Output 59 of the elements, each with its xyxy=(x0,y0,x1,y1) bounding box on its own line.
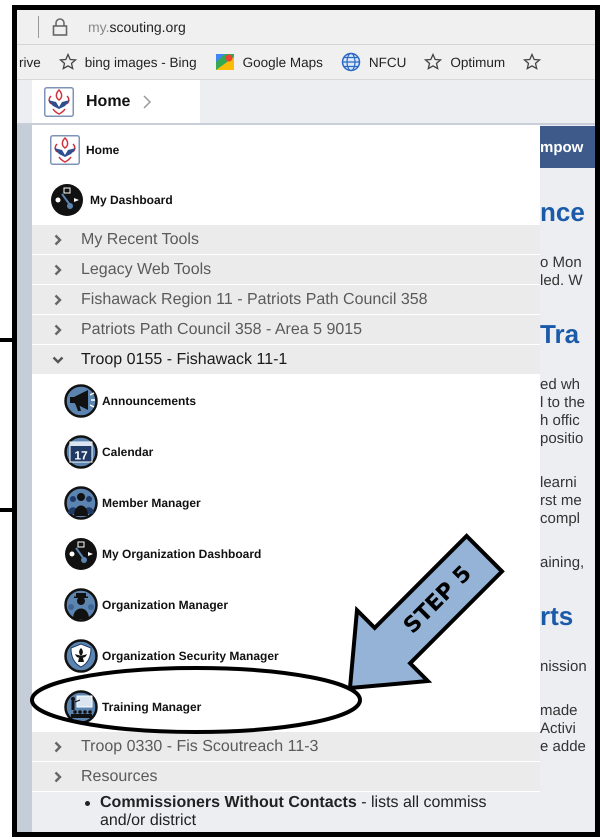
menu-section[interactable]: My Recent Tools xyxy=(32,225,540,255)
chevron-right-icon xyxy=(52,740,64,752)
bookmark-link[interactable]: rive xyxy=(19,54,41,70)
megaphone-icon xyxy=(64,384,98,418)
gauge-icon xyxy=(64,536,98,570)
menu-item[interactable]: Member Manager xyxy=(64,477,201,528)
paragraph-text: aining, xyxy=(540,554,586,572)
menu-section[interactable]: Troop 0330 - Fis Scoutreach 11-3 xyxy=(32,732,540,762)
menu-item[interactable]: Organization Manager xyxy=(64,579,228,630)
menu-section[interactable]: Troop 0155 - Fishawack 11-1 xyxy=(32,345,540,375)
menu-section[interactable]: Legacy Web Tools xyxy=(32,255,540,285)
chevron-right-icon xyxy=(52,770,64,782)
menu-section[interactable]: Resources xyxy=(32,762,540,792)
gauge-icon xyxy=(50,183,84,217)
star-icon[interactable] xyxy=(58,53,77,71)
chevron-right-icon xyxy=(52,264,64,276)
shield-icon xyxy=(64,638,98,672)
bullet-icon xyxy=(85,801,90,806)
paragraph-text: nission xyxy=(540,658,588,676)
menu-item[interactable]: Organization Security Manager xyxy=(64,630,279,681)
fleur-de-lis-icon xyxy=(50,135,80,165)
map-icon[interactable] xyxy=(214,53,235,71)
bookmark-link[interactable]: NFCU xyxy=(368,54,406,70)
presentation-icon xyxy=(64,690,98,724)
menu-section[interactable]: Patriots Path Council 358 - Area 5 9015 xyxy=(32,315,540,345)
banner-text: mpow xyxy=(540,138,584,156)
chevron-right-icon xyxy=(52,234,64,246)
menu-item[interactable]: Home xyxy=(50,125,120,175)
menu-item[interactable]: Announcements xyxy=(64,375,196,426)
paragraph-text: made Activi e adde xyxy=(540,702,587,756)
page-heading: Tra xyxy=(540,318,580,350)
lock-icon xyxy=(52,18,68,36)
bookmark-link[interactable]: bing images - Bing xyxy=(84,54,197,70)
page-heading: nce xyxy=(540,196,586,228)
menu-item[interactable]: 17 Calendar xyxy=(64,426,154,477)
people-icon xyxy=(64,486,98,520)
star-icon[interactable] xyxy=(424,53,442,71)
breadcrumb-tab[interactable]: Home xyxy=(32,80,200,123)
bookmark-link[interactable]: Optimum xyxy=(450,54,506,70)
chevron-down-icon xyxy=(52,354,64,366)
globe-icon[interactable] xyxy=(340,52,361,72)
chevron-right-icon xyxy=(142,94,152,110)
paragraph-text: o Mon led. W xyxy=(540,254,584,290)
bookmark-link[interactable]: Google Maps xyxy=(242,54,323,70)
fleur-de-lis-icon xyxy=(44,86,74,116)
menu-item[interactable]: My Dashboard xyxy=(50,175,173,225)
calendar-icon: 17 xyxy=(64,434,98,468)
paragraph-text: ed wh l to the h offic positio xyxy=(540,376,586,448)
person-icon xyxy=(64,588,98,622)
list-item-text: Commissioners Without Contacts - lists all commiss and/or district xyxy=(100,794,487,830)
chevron-right-icon xyxy=(52,324,64,336)
star-icon[interactable] xyxy=(523,53,542,71)
menu-item[interactable]: Training Manager xyxy=(64,681,202,732)
menu-section[interactable]: Fishawack Region 11 - Patriots Path Council 358 xyxy=(32,285,540,315)
page-heading: rts xyxy=(540,600,574,632)
url-text[interactable]: my.scouting.org xyxy=(88,19,186,35)
menu-item[interactable]: My Organization Dashboard xyxy=(64,528,262,579)
paragraph-text: learni rst me compl xyxy=(540,474,583,528)
chevron-right-icon xyxy=(52,294,64,306)
